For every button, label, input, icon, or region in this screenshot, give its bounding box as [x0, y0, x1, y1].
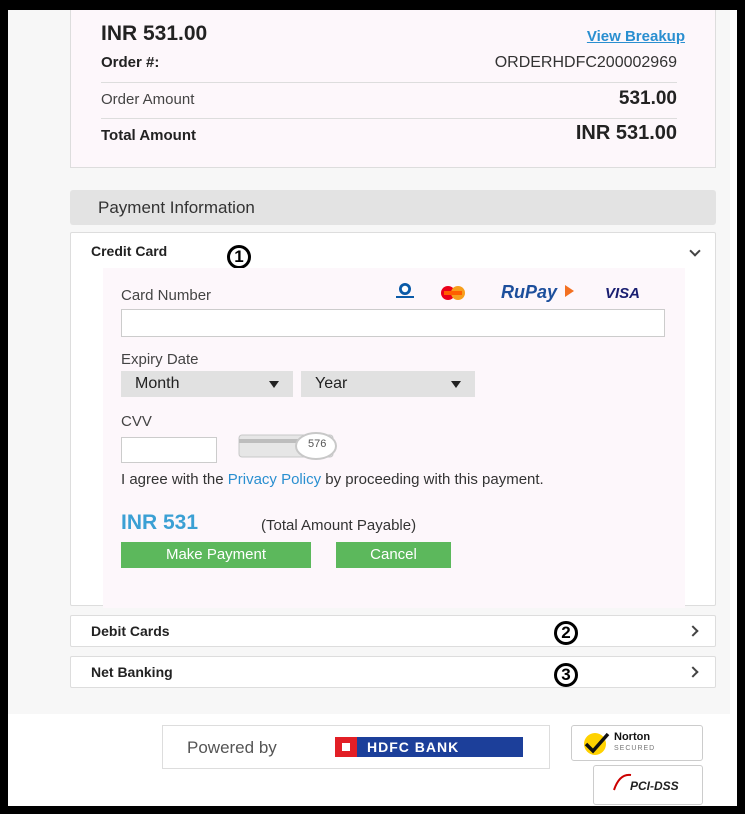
dropdown-arrow-icon: [269, 381, 279, 388]
step-marker-3: 3: [554, 663, 578, 687]
view-breakup-link[interactable]: View Breakup: [587, 28, 685, 45]
pci-dss-text: PCI-DSS: [630, 779, 679, 793]
expiry-date-label: Expiry Date: [121, 351, 199, 368]
chevron-right-icon: [687, 625, 699, 637]
net-banking-label: Net Banking: [91, 664, 173, 680]
pci-dss-badge: PCI-DSS: [593, 765, 703, 805]
step-marker-1: 1: [227, 245, 251, 269]
visa-icon: VISA: [605, 285, 641, 302]
step-marker-2: 2: [554, 621, 578, 645]
order-amount-value: 531.00: [618, 88, 677, 109]
browser-frame: INR 531.00 View Breakup Order #: ORDERHD…: [0, 0, 745, 814]
credit-card-section: Credit Card 1 Card Number RuPay VISA Exp…: [70, 232, 716, 608]
order-number-label: Order #:: [101, 54, 160, 71]
cvv-label: CVV: [121, 413, 152, 430]
amount-display: INR 531.00: [101, 22, 208, 45]
rupay-icon: RuPay: [501, 282, 558, 302]
order-number-row: Order #: ORDERHDFC200002969: [101, 54, 677, 74]
payment-panel: INR 531.00 View Breakup Order #: ORDERHD…: [8, 10, 730, 714]
powered-by-text: Powered by: [187, 738, 277, 757]
chevron-down-icon[interactable]: [689, 245, 701, 257]
chevron-right-icon: [687, 666, 699, 678]
debit-cards-label: Debit Cards: [91, 623, 170, 639]
cvv-input[interactable]: [121, 437, 217, 463]
divider: [101, 82, 677, 83]
credit-card-tab[interactable]: Credit Card: [91, 243, 167, 259]
agreement-prefix: I agree with the: [121, 471, 228, 488]
net-banking-tab[interactable]: Net Banking: [70, 656, 716, 688]
expiry-year-select[interactable]: Year: [301, 371, 475, 397]
card-number-label: Card Number: [121, 287, 212, 304]
norton-text: Norton: [614, 731, 651, 743]
order-number-value: ORDERHDFC200002969: [494, 54, 677, 71]
hdfc-bank-name: HDFC BANK: [367, 739, 460, 755]
mastercard-icon: [438, 286, 468, 300]
expiry-year-value: Year: [315, 375, 348, 392]
cvv-hint-icon: 576: [238, 429, 340, 461]
norton-sub-text: SECURED: [614, 745, 656, 752]
payable-note: (Total Amount Payable): [261, 517, 417, 534]
rupay-arrow-icon: [565, 285, 574, 297]
cvv-hint-number: 576: [308, 438, 327, 450]
privacy-agreement: I agree with the Privacy Policy by proce…: [121, 471, 651, 488]
order-amount-label: Order Amount: [101, 91, 195, 108]
order-amount-row: Order Amount 531.00: [101, 88, 677, 112]
total-amount-row: Total Amount INR 531.00: [101, 122, 677, 148]
hdfc-bank-logo: HDFC BANK: [335, 737, 523, 757]
total-amount-value: INR 531.00: [575, 122, 677, 144]
norton-secured-badge: Norton SECURED: [571, 725, 703, 761]
debit-cards-tab[interactable]: Debit Cards: [70, 615, 716, 647]
agreement-suffix: by proceeding with this payment.: [321, 471, 544, 488]
hdfc-logo-icon: [335, 737, 357, 757]
order-summary: INR 531.00 View Breakup Order #: ORDERHD…: [70, 10, 716, 168]
payment-information-title: Payment Information: [98, 198, 255, 217]
total-amount-label: Total Amount: [101, 127, 196, 144]
diners-club-icon: [393, 282, 417, 300]
payment-information-header: Payment Information: [70, 190, 716, 225]
powered-by-banner: Powered by HDFC BANK: [162, 725, 550, 769]
privacy-policy-link[interactable]: Privacy Policy: [228, 471, 321, 488]
dropdown-arrow-icon: [451, 381, 461, 388]
cancel-button[interactable]: Cancel: [336, 542, 451, 568]
card-number-input[interactable]: [121, 309, 665, 337]
expiry-month-select[interactable]: Month: [121, 371, 293, 397]
payable-amount: INR 531: [121, 511, 199, 534]
make-payment-button[interactable]: Make Payment: [121, 542, 311, 568]
credit-card-form: Card Number RuPay VISA Expiry Date Month…: [103, 268, 685, 608]
norton-check-icon: [584, 732, 610, 755]
divider: [101, 118, 677, 119]
pci-swoosh-icon: [613, 773, 632, 791]
expiry-month-value: Month: [135, 375, 180, 392]
